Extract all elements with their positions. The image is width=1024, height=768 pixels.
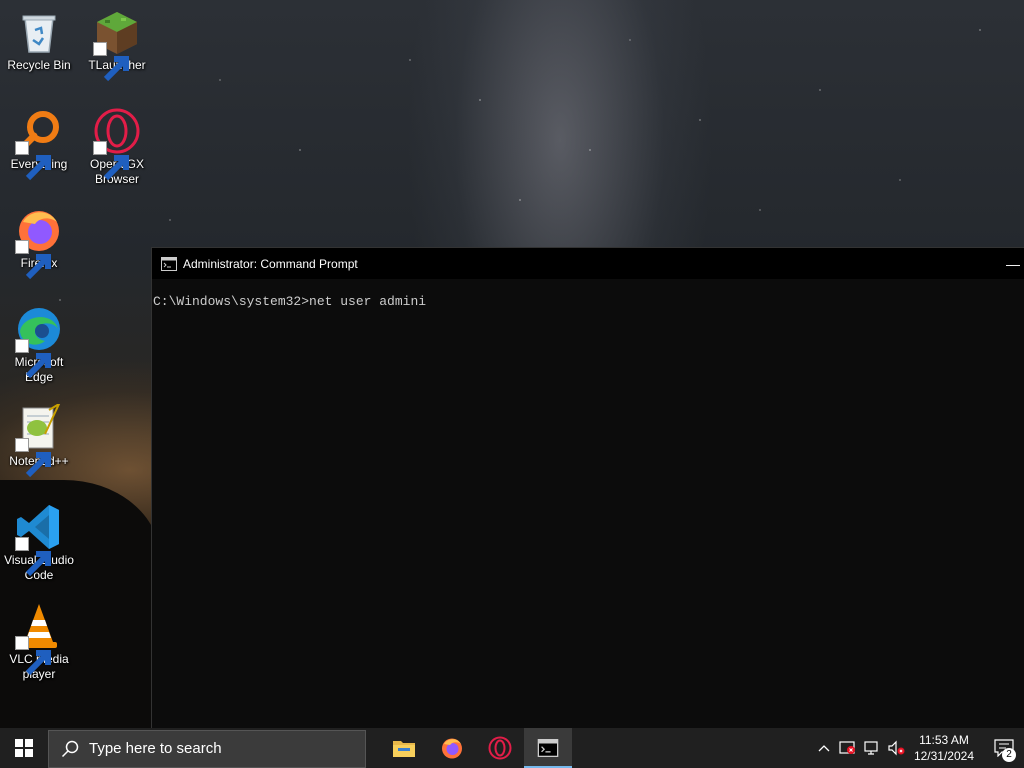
firefox-icon: [15, 206, 63, 280]
notepadpp-icon: [15, 401, 63, 478]
desktop-icon-everything[interactable]: Everything: [1, 107, 77, 181]
recycle-bin-icon: [15, 8, 63, 56]
cmd-icon: [537, 739, 559, 757]
opera-gx-icon: [488, 736, 512, 760]
shortcut-arrow-icon: [15, 636, 51, 676]
cmd-icon: [161, 256, 177, 271]
show-hidden-icons-button[interactable]: [812, 728, 836, 768]
window-titlebar[interactable]: Administrator: Command Prompt —: [152, 248, 1024, 279]
window-title: Administrator: Command Prompt: [183, 256, 358, 271]
console-output[interactable]: C:\Windows\system32>net user admini: [152, 279, 1024, 309]
taskbar-app-firefox[interactable]: [428, 728, 476, 768]
taskbar-search[interactable]: [48, 729, 366, 768]
taskbar-clock[interactable]: 11:53 AM 12/31/2024: [908, 732, 984, 764]
security-alert-icon: [839, 741, 855, 754]
shortcut-arrow-icon: [15, 141, 51, 181]
shortcut-arrow-icon: [15, 537, 51, 577]
console-prompt-line: C:\Windows\system32>net user admini: [153, 294, 427, 309]
tray-volume-button[interactable]: [884, 728, 908, 768]
everything-search-icon: [15, 107, 63, 181]
shortcut-arrow-icon: [93, 42, 129, 82]
command-prompt-window[interactable]: Administrator: Command Prompt — C:\Windo…: [151, 247, 1024, 728]
tray-network-button[interactable]: [860, 728, 884, 768]
shortcut-arrow-icon: [15, 438, 51, 478]
network-icon: [864, 741, 878, 755]
volume-muted-icon: [888, 740, 905, 756]
system-tray: 11:53 AM 12/31/2024 2: [812, 728, 1024, 768]
desktop-icon-label: Recycle Bin: [7, 58, 71, 72]
minimize-button[interactable]: —: [1001, 248, 1024, 279]
taskbar-app-opera-gx[interactable]: [476, 728, 524, 768]
windows-logo-icon: [15, 739, 33, 757]
clock-date: 12/31/2024: [913, 749, 974, 763]
desktop: Recycle Bin TLauncher Everything Opera G…: [0, 0, 1024, 728]
shortcut-arrow-icon: [93, 141, 129, 181]
tray-security-button[interactable]: [836, 728, 860, 768]
notification-count-badge: 2: [1002, 748, 1016, 762]
search-input[interactable]: [89, 740, 349, 757]
chevron-up-icon: [818, 745, 830, 752]
desktop-icon-vlc[interactable]: VLC media player: [1, 602, 77, 682]
taskbar-app-command-prompt[interactable]: [524, 728, 572, 768]
search-icon: [61, 740, 79, 757]
shortcut-arrow-icon: [15, 240, 51, 280]
action-center-button[interactable]: 2: [984, 728, 1024, 768]
desktop-icon-opera-gx[interactable]: Opera GX Browser: [79, 107, 155, 187]
clock-time: 11:53 AM: [919, 733, 969, 747]
vscode-icon: [15, 503, 63, 577]
tlauncher-icon: [93, 8, 141, 82]
firefox-icon: [442, 738, 462, 759]
desktop-icon-recycle-bin[interactable]: Recycle Bin: [1, 8, 77, 73]
taskbar-app-file-explorer[interactable]: [380, 728, 428, 768]
desktop-icon-notepadpp[interactable]: Notepad++: [1, 401, 77, 478]
desktop-icon-firefox[interactable]: Firefox: [1, 206, 77, 280]
taskbar: 11:53 AM 12/31/2024 2: [0, 728, 1024, 768]
edge-icon: [15, 305, 63, 379]
start-button[interactable]: [0, 728, 48, 768]
desktop-icon-edge[interactable]: Microsoft Edge: [1, 305, 77, 385]
opera-gx-icon: [93, 107, 141, 181]
folder-icon: [393, 741, 415, 757]
shortcut-arrow-icon: [15, 339, 51, 379]
vlc-icon: [15, 602, 63, 676]
desktop-icon-tlauncher[interactable]: TLauncher: [79, 8, 155, 82]
desktop-icon-vscode[interactable]: Visual Studio Code: [1, 503, 77, 583]
